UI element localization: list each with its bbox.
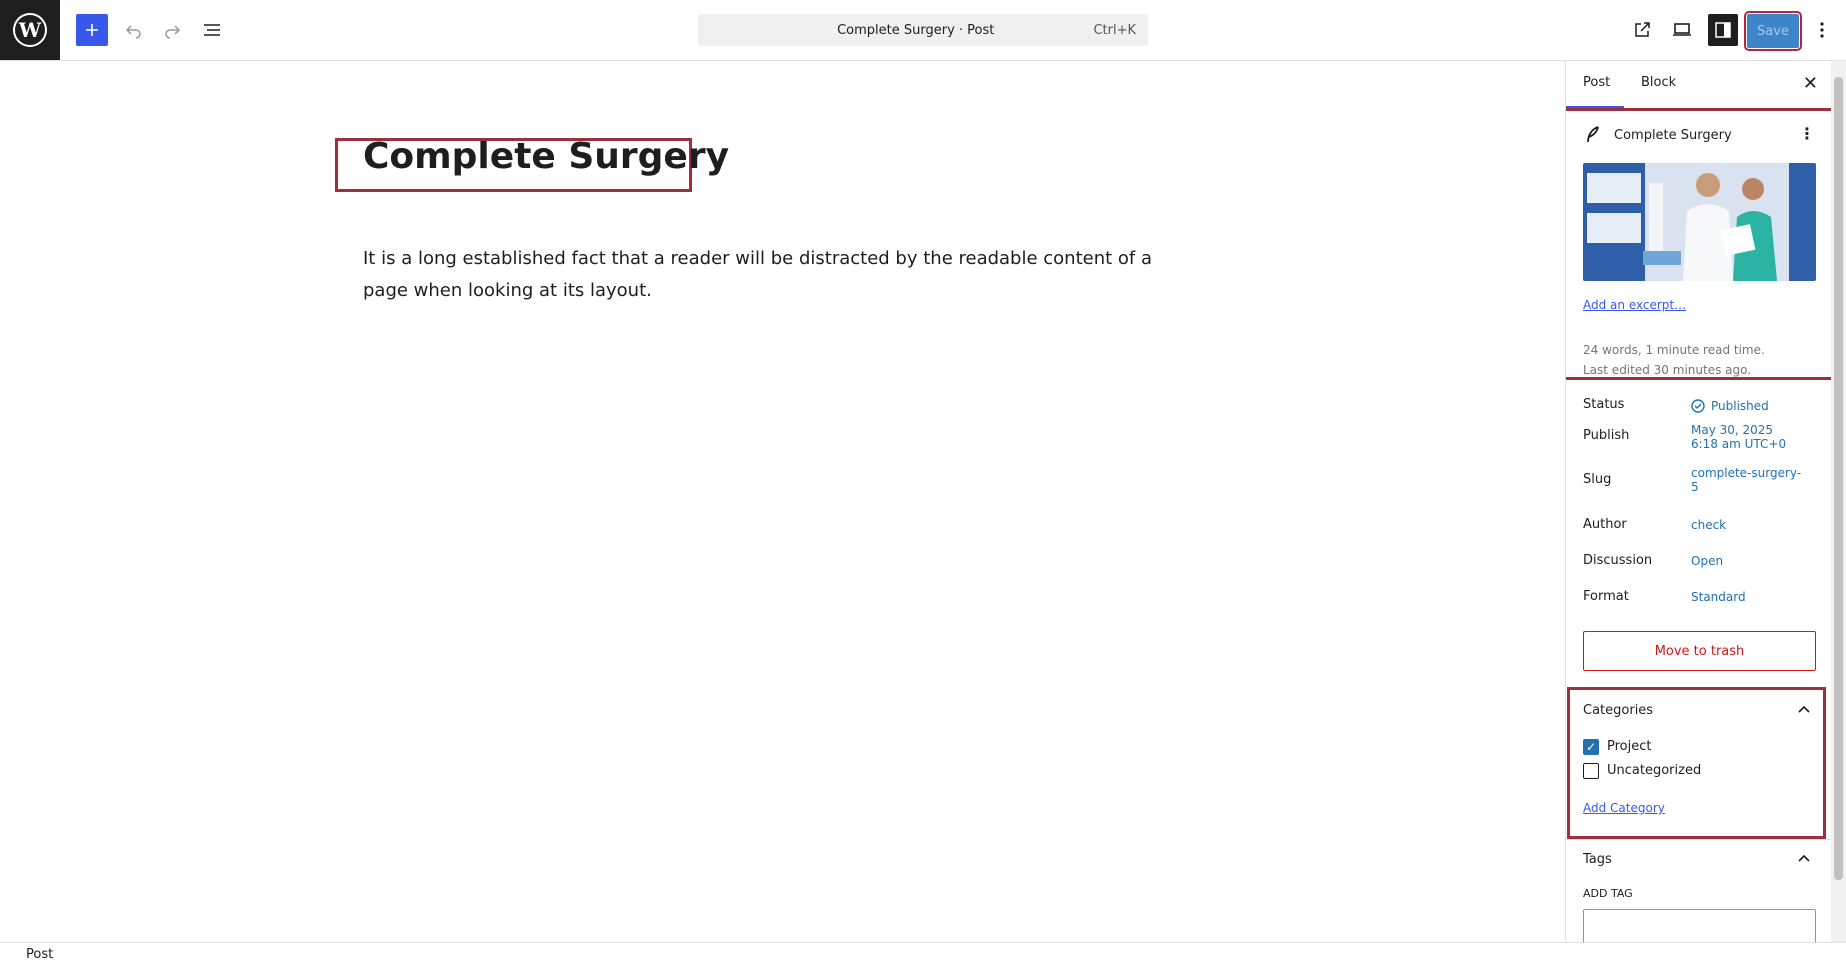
wordpress-logo-icon[interactable]: W	[0, 0, 60, 60]
last-edited: Last edited 30 minutes ago.	[1583, 363, 1752, 377]
category-label-uncategorized: Uncategorized	[1607, 763, 1702, 778]
editor-header: W Complete Surgery · Post Ctrl+K Save	[0, 0, 1846, 61]
discussion-label: Discussion	[1583, 553, 1653, 568]
tags-title[interactable]: Tags	[1583, 852, 1612, 867]
command-palette-button[interactable]: Complete Surgery · Post Ctrl+K	[698, 14, 1148, 46]
category-label-project: Project	[1607, 739, 1652, 754]
format-value[interactable]: Standard	[1691, 590, 1746, 604]
breadcrumb[interactable]: Post	[26, 947, 53, 962]
publish-label: Publish	[1583, 428, 1630, 443]
add-block-icon[interactable]	[76, 14, 108, 46]
settings-sidebar: Post Block ✕ Complete Surgery ⋮ Add an e…	[1565, 61, 1831, 942]
status-text: Published	[1711, 399, 1769, 413]
tab-post[interactable]: Post	[1583, 75, 1610, 90]
status-value[interactable]: Published	[1691, 399, 1769, 413]
document-title: Complete Surgery · Post	[837, 22, 995, 38]
add-category-link[interactable]: Add Category	[1583, 801, 1665, 815]
add-tag-label: ADD TAG	[1583, 887, 1633, 900]
more-options-icon[interactable]	[1808, 16, 1836, 44]
published-check-icon	[1691, 399, 1705, 413]
editor-canvas[interactable]	[0, 61, 1565, 942]
close-icon[interactable]: ✕	[1803, 73, 1818, 94]
post-type-icon	[1585, 126, 1601, 148]
editor-footer: Post	[0, 942, 1846, 966]
featured-image[interactable]	[1583, 163, 1816, 281]
chevron-up-icon[interactable]	[1798, 702, 1810, 716]
categories-title[interactable]: Categories	[1583, 703, 1653, 718]
author-label: Author	[1583, 517, 1627, 532]
add-excerpt-link[interactable]: Add an excerpt…	[1583, 298, 1686, 312]
post-actions-icon[interactable]: ⋮	[1799, 124, 1815, 143]
paragraph-block[interactable]: It is a long established fact that a rea…	[363, 243, 1173, 307]
move-to-trash-button[interactable]: Move to trash	[1583, 631, 1816, 671]
post-summary-title: Complete Surgery	[1614, 128, 1732, 143]
sidebar-tabs: Post Block ✕	[1566, 61, 1831, 109]
author-value[interactable]: check	[1691, 518, 1726, 532]
save-button[interactable]: Save	[1744, 11, 1802, 51]
word-count: 24 words, 1 minute read time.	[1583, 343, 1765, 357]
format-label: Format	[1583, 589, 1629, 604]
tab-block[interactable]: Block	[1641, 75, 1676, 90]
scrollbar-thumb[interactable]	[1834, 77, 1843, 880]
slug-label: Slug	[1583, 472, 1612, 487]
document-overview-icon[interactable]	[198, 16, 226, 44]
redo-icon[interactable]	[158, 16, 186, 44]
slug-value-cont[interactable]: 5	[1691, 480, 1699, 494]
publish-date[interactable]: May 30, 2025	[1691, 423, 1773, 437]
publish-time[interactable]: 6:18 am UTC+0	[1691, 437, 1786, 451]
settings-sidebar-icon[interactable]	[1708, 14, 1738, 46]
shortcut-hint: Ctrl+K	[1093, 22, 1136, 38]
chevron-up-icon[interactable]	[1798, 851, 1810, 865]
svg-text:W: W	[18, 18, 42, 42]
slug-value[interactable]: complete-surgery-	[1691, 466, 1801, 480]
panel-divider	[1566, 839, 1831, 840]
device-preview-icon[interactable]	[1668, 16, 1696, 44]
category-checkbox-project[interactable]: ✓	[1583, 739, 1599, 755]
sidebar-scrollbar[interactable]	[1831, 61, 1846, 942]
undo-icon[interactable]	[120, 16, 148, 44]
discussion-value[interactable]: Open	[1691, 554, 1723, 568]
add-tag-input[interactable]	[1583, 909, 1816, 942]
view-post-icon[interactable]	[1628, 16, 1656, 44]
category-checkbox-uncategorized[interactable]	[1583, 763, 1599, 779]
post-title[interactable]: Complete Surgery	[363, 136, 729, 177]
status-label: Status	[1583, 397, 1625, 412]
